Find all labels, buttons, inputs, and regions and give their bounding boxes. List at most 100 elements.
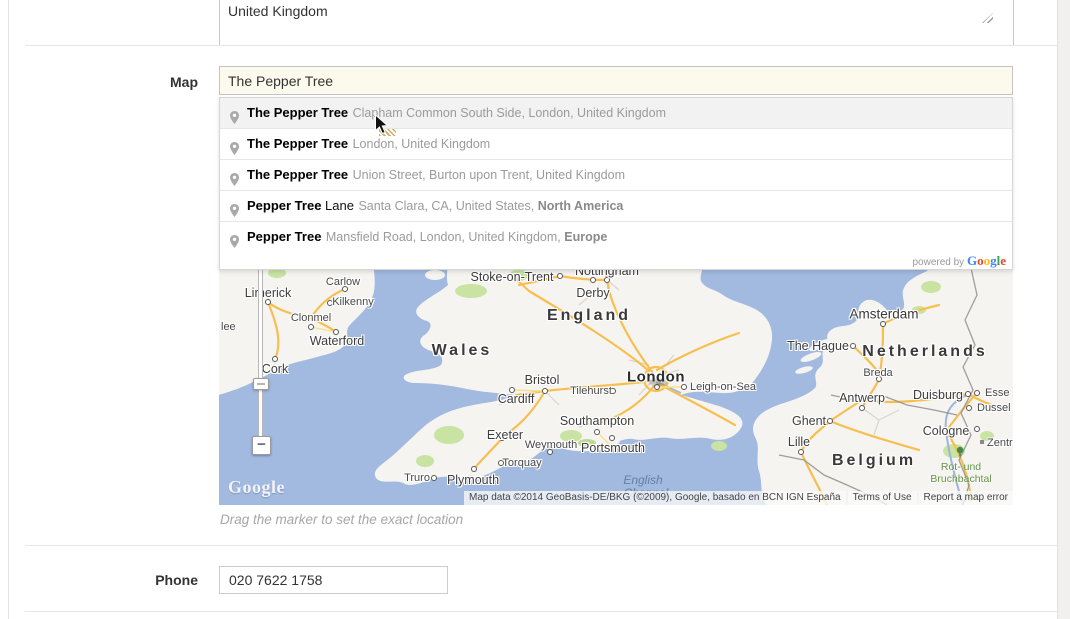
zoom-slider-handle[interactable] xyxy=(253,378,269,390)
suggestion-secondary-text: Mansfield Road, London, United Kingdom, xyxy=(326,230,564,244)
map-label: Esse xyxy=(985,387,1009,399)
map-attribution: Map data ©2014 GeoBasis-DE/BKG (©2009), … xyxy=(462,491,1013,505)
location-pin-icon xyxy=(229,137,240,159)
map-label: Clonmel xyxy=(291,312,331,324)
map-label: Rot- und xyxy=(941,461,981,473)
city-dot xyxy=(798,449,804,455)
place-square-dot xyxy=(980,440,984,444)
suggestion-main-text: The Pepper Tree xyxy=(247,136,348,151)
map-label: Exeter xyxy=(487,428,523,442)
section-divider xyxy=(25,545,1058,546)
map-label: Duisburg xyxy=(913,388,963,402)
map-label: Truro xyxy=(404,472,430,484)
map-label: Dussel xyxy=(977,402,1011,414)
city-dot xyxy=(880,321,886,327)
suggestion-main-text: Pepper Tree xyxy=(247,198,321,213)
city-dot xyxy=(827,418,833,424)
map-label: Bruchbachtal xyxy=(930,473,991,485)
zoom-slider-track[interactable] xyxy=(258,265,263,443)
map-label: Stoke-on-Trent xyxy=(471,270,554,284)
city-dot xyxy=(431,475,437,481)
map-label: Southampton xyxy=(560,414,634,428)
map-label: Plymouth xyxy=(447,473,499,487)
map-label: Ghent xyxy=(792,414,826,428)
map-label: Weymouth xyxy=(525,439,577,451)
map-label: lee xyxy=(221,321,236,333)
suggestion-main-text: The Pepper Tree xyxy=(247,167,348,182)
powered-by-text: powered by xyxy=(912,257,964,268)
map-label: Portsmouth xyxy=(581,441,645,455)
marker-shadow xyxy=(649,379,667,386)
map-label: Antwerp xyxy=(839,391,885,405)
city-dot xyxy=(557,273,563,279)
location-pin-icon xyxy=(229,168,240,190)
suggestion-secondary-text: Union Street, Burton upon Trent, United … xyxy=(353,168,625,182)
map-label: Leigh-on-Sea xyxy=(690,381,756,393)
autocomplete-item[interactable]: The Pepper Tree Clapham Common South Sid… xyxy=(220,98,1012,128)
autocomplete-item[interactable]: The Pepper Tree Union Street, Burton upo… xyxy=(220,159,1012,190)
city-dot xyxy=(308,324,314,330)
map-label: Tilehurst xyxy=(570,385,612,397)
map-label: Cologne xyxy=(923,424,970,438)
map-label: Netherlands xyxy=(862,343,987,361)
google-logo-letter: G xyxy=(967,253,977,268)
map-label: Cardiff xyxy=(498,392,535,406)
zoom-out-button[interactable]: − xyxy=(252,436,271,455)
suggestion-secondary-text: Santa Clara, CA, United States, xyxy=(358,199,537,213)
section-divider xyxy=(25,45,1058,46)
page-scrollbar[interactable] xyxy=(1057,0,1070,619)
address-textarea[interactable]: United Kingdom xyxy=(219,0,1014,46)
city-dot xyxy=(471,466,477,472)
map-label: Zentr xyxy=(987,437,1013,449)
map-label: Kilkenny xyxy=(332,296,374,308)
map-label: Breda xyxy=(863,367,892,379)
autocomplete-item[interactable]: The Pepper Tree London, United Kingdom xyxy=(220,128,1012,159)
suggestion-secondary-text: London, United Kingdom xyxy=(353,137,491,151)
google-watermark: Google xyxy=(228,477,285,498)
panel-left-border xyxy=(8,0,9,619)
autocomplete-list: The Pepper Tree Clapham Common South Sid… xyxy=(220,98,1012,252)
city-dot xyxy=(850,343,856,349)
city-dot xyxy=(594,429,600,435)
map-label: Belgium xyxy=(832,452,916,470)
autocomplete-item[interactable]: Pepper Tree Lane Santa Clara, CA, United… xyxy=(220,190,1012,221)
phone-input[interactable] xyxy=(219,566,448,594)
powered-by-google: powered by Google xyxy=(220,252,1012,269)
city-dot xyxy=(974,426,980,432)
google-logo: Google xyxy=(967,257,1006,268)
map-label: Cork xyxy=(262,362,288,376)
map-label: Lille xyxy=(788,435,810,449)
city-dot xyxy=(965,391,971,397)
map-label: Waterford xyxy=(310,334,364,348)
location-pin-icon xyxy=(229,230,240,252)
suggestion-region-text: Europe xyxy=(564,230,607,244)
attribution-text: Map data ©2014 GeoBasis-DE/BKG (©2009), … xyxy=(464,491,846,505)
phone-field-label: Phone xyxy=(20,572,198,588)
map-label: Torquay xyxy=(502,457,541,469)
city-dot xyxy=(859,405,865,411)
suggestion-suffix-text: Lane xyxy=(321,198,354,213)
section-divider xyxy=(25,611,1058,612)
map-search-input[interactable] xyxy=(219,66,1013,95)
map-field-label: Map xyxy=(20,74,198,90)
map-label: Limerick xyxy=(245,286,292,300)
suggestion-main-text: Pepper Tree xyxy=(247,229,321,244)
report-map-error-link[interactable]: Report a map error xyxy=(919,491,1013,505)
suggestion-secondary-text: Clapham Common South Side, London, Unite… xyxy=(353,106,666,120)
map-label: English xyxy=(623,473,662,487)
autocomplete-item[interactable]: Pepper Tree Mansfield Road, London, Unit… xyxy=(220,221,1012,252)
suggestion-main-text: The Pepper Tree xyxy=(247,105,348,120)
map-label: Bristol xyxy=(525,373,560,387)
map-label: Amsterdam xyxy=(849,307,918,322)
location-pin-icon xyxy=(229,199,240,221)
drag-marker-hint: Drag the marker to set the exact locatio… xyxy=(220,512,463,527)
map-label: Carlow xyxy=(326,276,360,288)
suggestion-region-text: North America xyxy=(538,199,624,213)
city-dot xyxy=(966,405,972,411)
location-pin-icon xyxy=(229,106,240,128)
google-logo-letter: e xyxy=(1000,253,1006,268)
city-dot xyxy=(974,390,980,396)
city-dot xyxy=(542,388,548,394)
terms-of-use-link[interactable]: Terms of Use xyxy=(848,491,917,505)
cursor-busy-pattern xyxy=(379,129,396,136)
